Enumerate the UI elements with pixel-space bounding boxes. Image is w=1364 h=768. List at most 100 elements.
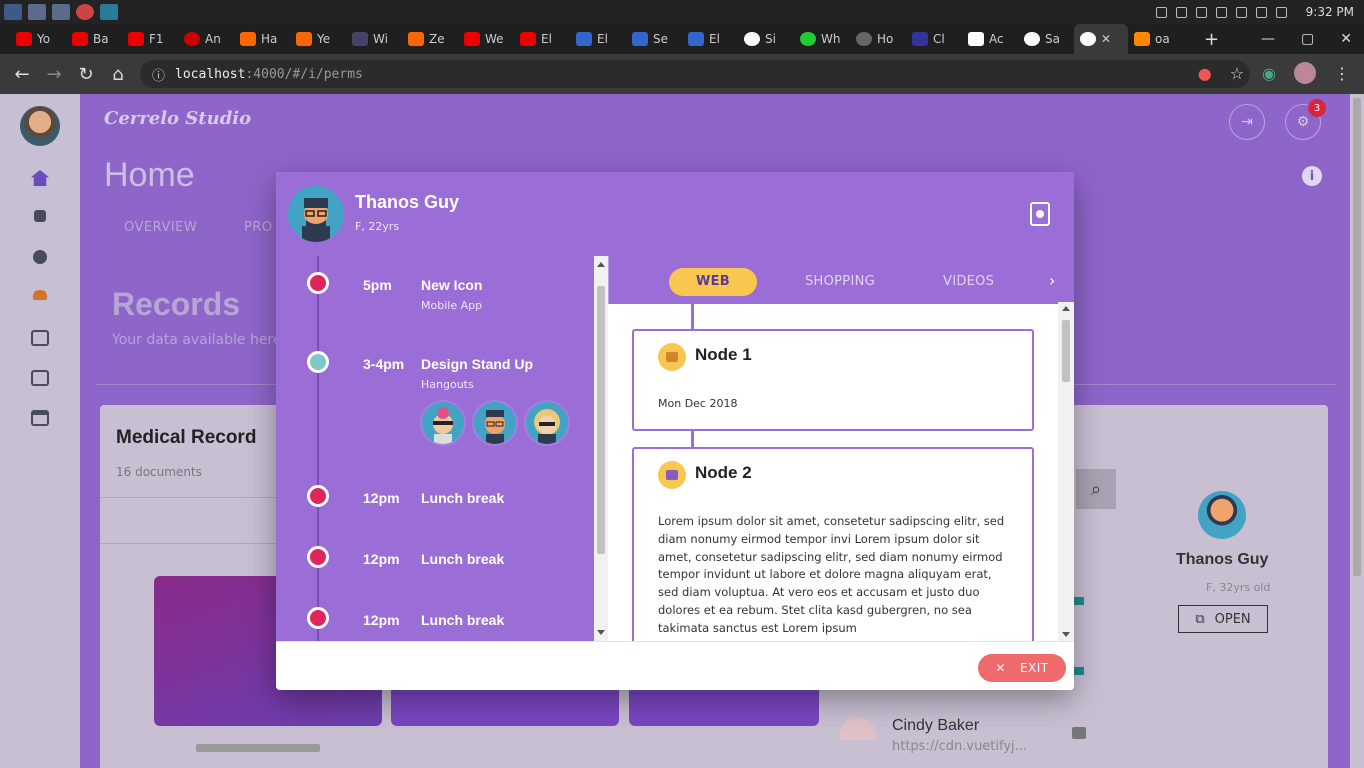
- page-scrollbar[interactable]: [1350, 94, 1364, 768]
- attendee-avatar[interactable]: [420, 400, 466, 446]
- horizontal-scrollbar[interactable]: [180, 740, 890, 754]
- browser-tab[interactable]: El: [682, 24, 738, 54]
- account-nav-icon[interactable]: [33, 250, 47, 264]
- info-icon[interactable]: i: [1302, 166, 1322, 186]
- timeline-time: 5pm: [363, 277, 392, 293]
- tab-overview[interactable]: OVERVIEW: [124, 220, 197, 235]
- browser-tab[interactable]: Wh: [794, 24, 850, 54]
- scroll-down-icon[interactable]: [1062, 632, 1070, 637]
- bookmark-star-icon[interactable]: ☆: [1230, 64, 1244, 83]
- maximize-icon[interactable]: ▢: [1301, 31, 1314, 47]
- browser-tab[interactable]: Ye: [290, 24, 346, 54]
- browser-tab[interactable]: Ha: [234, 24, 290, 54]
- nodes-scrollbar[interactable]: [1058, 302, 1074, 641]
- group-nav-icon[interactable]: [33, 290, 47, 300]
- attendee-avatar[interactable]: [472, 400, 518, 446]
- home-nav-icon[interactable]: [31, 170, 49, 186]
- tray-shield-icon[interactable]: [1215, 6, 1227, 18]
- contact-card-icon[interactable]: [1030, 202, 1050, 226]
- node-title: Node 2: [695, 463, 752, 482]
- extension-icon[interactable]: ◉: [1262, 64, 1276, 83]
- clock[interactable]: 9:32 PM: [1306, 5, 1354, 19]
- browser-tab[interactable]: Ba: [66, 24, 122, 54]
- workspace-grid-icon[interactable]: [28, 4, 46, 20]
- browser-tab[interactable]: Si: [738, 24, 794, 54]
- browser-tab[interactable]: Ze: [402, 24, 458, 54]
- folder-icon[interactable]: [52, 4, 70, 20]
- tray-bluetooth-icon[interactable]: [1255, 6, 1267, 18]
- browser-tab[interactable]: Sa: [1018, 24, 1074, 54]
- timeline-dot: [307, 607, 329, 629]
- exit-button[interactable]: ✕ EXIT: [978, 654, 1066, 682]
- chevron-right-icon[interactable]: ›: [1049, 271, 1055, 290]
- tray-trash-icon[interactable]: [1175, 6, 1187, 18]
- timeline-title: Lunch break: [421, 551, 505, 567]
- card-nav-icon[interactable]: [31, 410, 49, 426]
- browser-tab[interactable]: Wi: [346, 24, 402, 54]
- reload-icon[interactable]: ↻: [70, 64, 102, 85]
- node-card[interactable]: Node 2 Lorem ipsum dolor sit amet, conse…: [632, 447, 1034, 641]
- minimize-icon[interactable]: —: [1261, 31, 1275, 47]
- calendar-icon: [658, 343, 686, 371]
- tray-volume-icon[interactable]: [1235, 6, 1247, 18]
- scrollbar-thumb[interactable]: [597, 286, 605, 554]
- timeline-time: 12pm: [363, 551, 400, 567]
- browser-tab[interactable]: El: [514, 24, 570, 54]
- workspace-switcher-icon[interactable]: [4, 4, 22, 20]
- settings-button[interactable]: ⚙ 3: [1285, 99, 1326, 140]
- tray-window-icon[interactable]: [1155, 6, 1167, 18]
- scrollbar-thumb[interactable]: [196, 744, 320, 752]
- new-tab-button[interactable]: +: [1204, 29, 1219, 50]
- gift-nav-icon[interactable]: [31, 370, 49, 386]
- tab-pro[interactable]: PRO: [244, 220, 273, 235]
- attendee-avatar[interactable]: [524, 400, 570, 446]
- browser-tab-active[interactable]: ✕: [1074, 24, 1128, 54]
- tray-wifi-icon[interactable]: [1275, 6, 1287, 18]
- info-icon[interactable]: ⓘ: [152, 65, 165, 84]
- folder-nav-icon[interactable]: [31, 330, 49, 346]
- browser-tab[interactable]: Yo: [10, 24, 66, 54]
- close-tab-icon[interactable]: ✕: [1101, 32, 1111, 46]
- dashboard-nav-icon[interactable]: [34, 210, 46, 222]
- tab-web[interactable]: WEB: [669, 268, 757, 296]
- browser-tab[interactable]: F1: [122, 24, 178, 54]
- profile-avatar[interactable]: [1294, 62, 1316, 84]
- app-launcher-icon[interactable]: [100, 4, 118, 20]
- open-button[interactable]: ⧉ OPEN: [1178, 605, 1268, 633]
- browser-tab[interactable]: An: [178, 24, 234, 54]
- browser-tab[interactable]: El: [570, 24, 626, 54]
- scroll-down-icon[interactable]: [597, 630, 605, 635]
- toolbar-actions: ● ☆ ◉ ⋮: [1198, 62, 1350, 84]
- timeline-scrollbar[interactable]: [594, 256, 608, 641]
- side-nav: [0, 94, 80, 768]
- browser-tab[interactable]: oa: [1128, 24, 1184, 54]
- tab-shopping[interactable]: SHOPPING: [805, 268, 875, 296]
- tray-pause-icon[interactable]: [1195, 6, 1207, 18]
- scrollbar-thumb[interactable]: [1353, 98, 1361, 576]
- dialog-name: Thanos Guy: [355, 192, 460, 212]
- browser-tab[interactable]: Se: [626, 24, 682, 54]
- scrollbar-thumb[interactable]: [1062, 320, 1070, 382]
- node-card[interactable]: Node 1 Mon Dec 2018: [632, 329, 1034, 431]
- home-icon[interactable]: ⌂: [102, 64, 134, 85]
- back-icon[interactable]: ←: [6, 64, 38, 85]
- browser-tab[interactable]: Ac: [962, 24, 1018, 54]
- forward-icon[interactable]: →: [38, 64, 70, 85]
- browser-launcher-icon[interactable]: [76, 4, 94, 20]
- tab-videos[interactable]: VIDEOS: [943, 268, 994, 296]
- browser-tab[interactable]: Ho: [850, 24, 906, 54]
- close-window-icon[interactable]: ✕: [1340, 31, 1352, 47]
- address-bar[interactable]: ⓘ localhost:4000/#/i/perms: [140, 60, 1250, 88]
- blocked-icon[interactable]: ●: [1198, 64, 1212, 83]
- browser-tab[interactable]: We: [458, 24, 514, 54]
- browser-tab[interactable]: Cl: [906, 24, 962, 54]
- message-icon[interactable]: [1072, 727, 1086, 739]
- close-icon: ✕: [995, 661, 1006, 675]
- scroll-up-icon[interactable]: [1062, 306, 1070, 311]
- search-icon[interactable]: ⌕: [1076, 469, 1116, 509]
- dialog-avatar: [288, 186, 344, 242]
- scroll-up-icon[interactable]: [597, 262, 605, 267]
- menu-icon[interactable]: ⋮: [1334, 64, 1350, 83]
- user-avatar[interactable]: [20, 106, 60, 146]
- logout-button[interactable]: ⇥: [1229, 104, 1265, 140]
